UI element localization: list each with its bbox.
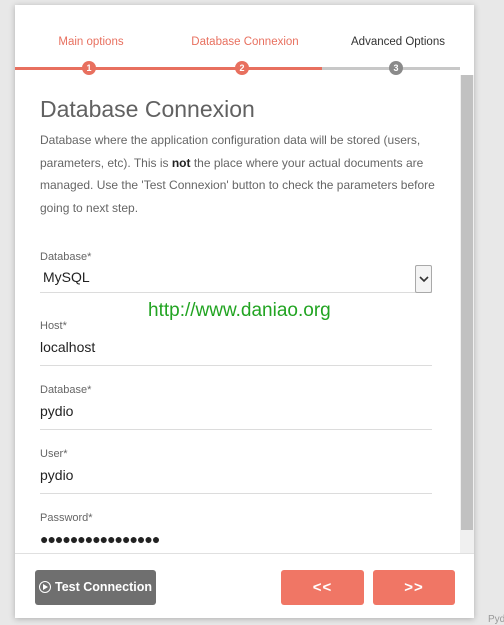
previous-step-button[interactable]: << [281,570,364,605]
step-label-database-connexion[interactable]: Database Connexion [170,36,320,48]
step-label-advanced-options[interactable]: Advanced Options [323,36,473,48]
test-connection-label: Test Connection [55,580,152,594]
password-field: Password* ●●●●●●●●●●●●●●●● [40,512,432,553]
page-description: Database where the application configura… [40,133,435,215]
database-name-field: Database* pydio [40,384,432,430]
watermark-url: http://www.daniao.org [148,300,331,321]
database-type-field: Database* MySQL [40,251,432,293]
next-step-button[interactable]: >> [373,570,455,605]
step-label-main-options[interactable]: Main options [16,36,166,48]
step-dot-3: 3 [389,61,403,75]
step-dot-1: 1 [82,61,96,75]
database-name-input[interactable]: pydio [40,400,432,430]
database-name-label: Database* [40,384,92,396]
database-type-label: Database* [40,251,92,263]
play-circle-icon [39,581,51,593]
content-scrollbar[interactable] [460,75,474,553]
password-input[interactable]: ●●●●●●●●●●●●●●●● [40,528,432,553]
database-type-select[interactable]: MySQL [40,265,432,293]
user-label: User* [40,448,68,460]
step-progress-line [15,67,322,70]
database-type-value: MySQL [43,269,90,285]
host-field: Host* localhost [40,320,432,366]
user-field: User* pydio [40,448,432,494]
page-title: Database Connexion [40,96,255,122]
select-dropdown-button[interactable] [415,265,432,293]
step-dot-2: 2 [235,61,249,75]
scrollbar-thumb[interactable] [461,75,473,530]
wizard-stepper: Main options Database Connexion Advanced… [15,5,474,75]
background-corner-text: Pyd [488,614,504,625]
chevron-down-icon [419,276,429,283]
user-input[interactable]: pydio [40,464,432,494]
dialog-footer: Test Connection << >> [15,553,474,618]
host-input[interactable]: localhost [40,336,432,366]
password-label: Password* [40,512,93,524]
test-connection-button[interactable]: Test Connection [35,570,156,605]
